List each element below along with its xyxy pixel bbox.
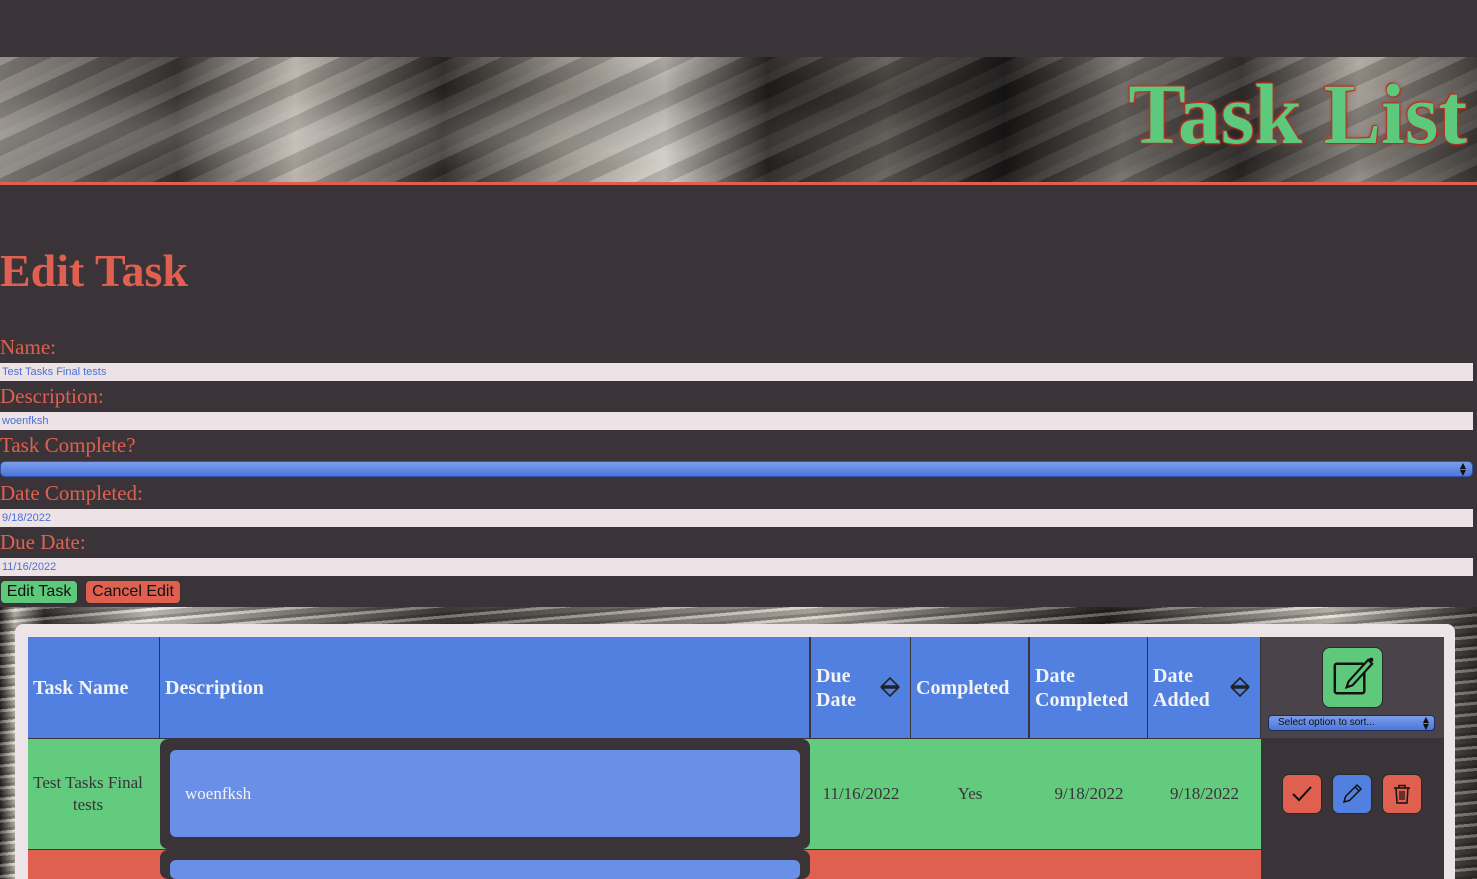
completed-cell: Yes [957, 784, 983, 803]
date-completed-cell: 9/18/2022 [1054, 784, 1124, 803]
name-label: Name: [0, 335, 56, 359]
sort-select[interactable]: Select option to sort... ▲ ▼ [1268, 715, 1435, 731]
description-box [170, 750, 800, 837]
edit-task-button[interactable]: Edit Task [0, 580, 78, 604]
due-date-cell: 11/16/2022 [822, 784, 900, 803]
cancel-edit-button[interactable]: Cancel Edit [85, 580, 181, 604]
complete-task-button[interactable] [1282, 774, 1322, 814]
task-name-cell: Test Tasks Final tests [33, 773, 143, 814]
column-header-due-date[interactable]: Due Date [811, 637, 911, 738]
trash-icon [1394, 784, 1410, 804]
add-task-button[interactable] [1322, 647, 1383, 708]
column-header-task-name: Task Name [28, 637, 160, 738]
app-title: Task List [1128, 66, 1467, 162]
checkmark-icon [1292, 786, 1312, 802]
date-completed-label: Date Completed: [0, 481, 143, 505]
actions-cell [1261, 850, 1444, 879]
column-header-date-completed: Date Completed [1030, 637, 1148, 738]
description-text: woenfksh [185, 784, 252, 803]
name-input[interactable] [0, 363, 1473, 381]
edit-square-icon [1333, 657, 1374, 695]
sort-arrows-icon[interactable] [879, 676, 901, 698]
task-complete-label: Task Complete? [0, 433, 136, 457]
delete-task-button[interactable] [1382, 774, 1422, 814]
date-completed-input[interactable] [0, 509, 1473, 527]
header-banner: Task List [0, 57, 1477, 182]
column-header-completed: Completed [911, 637, 1029, 738]
edit-task-row-button[interactable] [1332, 774, 1372, 814]
select-arrows-icon: ▲ ▼ [1422, 715, 1429, 731]
task-complete-select[interactable]: ▲ ▼ [0, 461, 1473, 477]
column-header-date-added[interactable]: Date Added [1148, 637, 1261, 738]
header-divider [0, 182, 1477, 185]
due-date-label: Due Date: [0, 530, 86, 554]
select-arrows-icon: ▲ ▼ [1459, 461, 1466, 477]
sort-arrows-icon[interactable] [1229, 676, 1251, 698]
pencil-icon [1342, 783, 1363, 804]
description-label: Description: [0, 384, 104, 408]
description-input[interactable] [0, 412, 1473, 430]
date-added-cell: 9/18/2022 [1170, 784, 1239, 803]
page-title: Edit Task [0, 245, 188, 296]
column-header-description: Description [160, 637, 810, 738]
due-date-input[interactable] [0, 558, 1473, 576]
description-box [170, 860, 800, 879]
